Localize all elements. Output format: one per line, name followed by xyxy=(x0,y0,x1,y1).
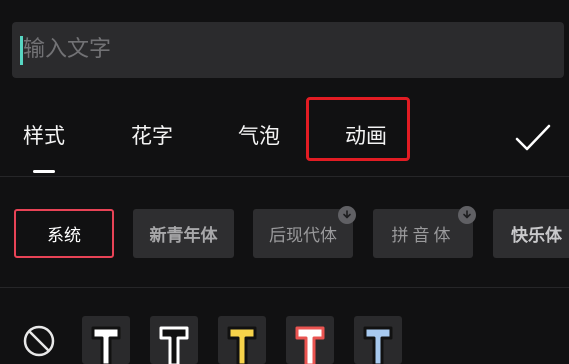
confirm-button[interactable] xyxy=(514,122,552,154)
text-style-t-icon xyxy=(227,326,257,364)
font-chip-xinqingnian[interactable]: 新青年体 xyxy=(133,209,234,258)
font-chip-label: 系统 xyxy=(47,226,81,246)
font-chip-label: 后现代体 xyxy=(269,226,337,246)
no-style-icon xyxy=(23,325,55,357)
tab-bubble[interactable]: 气泡 xyxy=(238,121,280,151)
tab-style[interactable]: 样式 xyxy=(23,121,65,151)
checkmark-icon xyxy=(515,124,551,151)
fonts-divider xyxy=(0,287,569,288)
style-none-button[interactable] xyxy=(22,324,56,358)
text-input-placeholder: 输入文字 xyxy=(23,37,112,62)
style-preset-yellow[interactable] xyxy=(218,316,266,364)
font-chip-label: 拼音体 xyxy=(391,226,455,246)
tabs-divider xyxy=(0,176,569,177)
download-icon xyxy=(458,206,476,224)
download-icon xyxy=(338,206,356,224)
font-chip-kuaile[interactable]: 快乐体 xyxy=(493,209,569,258)
tab-fancy-text[interactable]: 花字 xyxy=(131,121,173,151)
font-chip-label: 新青年体 xyxy=(149,226,218,246)
text-style-t-icon xyxy=(295,326,325,364)
text-style-t-icon xyxy=(91,326,121,364)
style-preset-blue[interactable] xyxy=(354,316,402,364)
text-style-t-icon xyxy=(363,326,393,364)
active-tab-indicator xyxy=(33,170,55,173)
style-preset-red-outline[interactable] xyxy=(286,316,334,364)
animation-tab-highlight xyxy=(306,97,410,161)
font-chip-system[interactable]: 系统 xyxy=(14,209,114,258)
text-style-t-icon xyxy=(159,326,189,364)
style-preset-white[interactable] xyxy=(82,316,130,364)
font-chip-label: 快乐体 xyxy=(511,226,562,246)
style-preset-black[interactable] xyxy=(150,316,198,364)
text-input[interactable]: 输入文字 xyxy=(12,22,564,78)
